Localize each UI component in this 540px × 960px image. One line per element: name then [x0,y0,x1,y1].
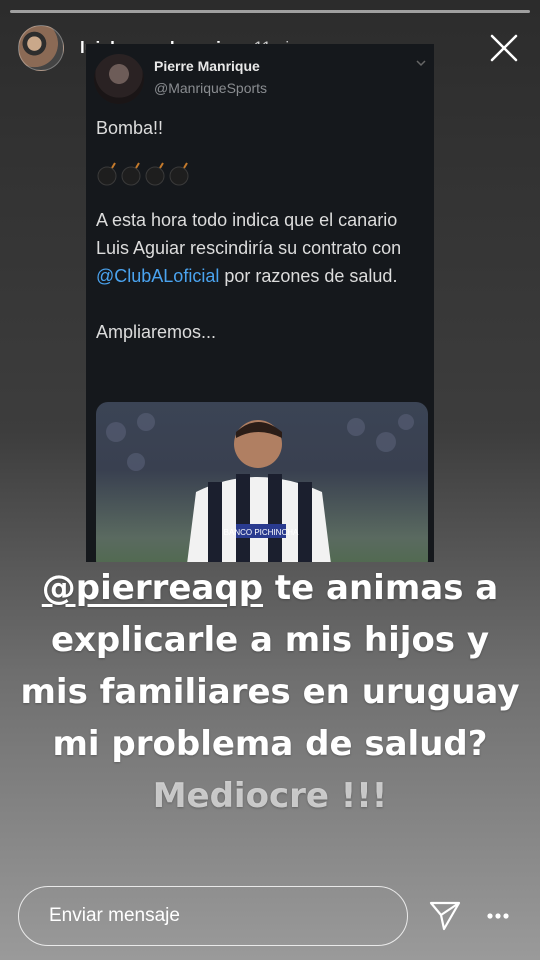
tweet-author-avatar [94,54,144,104]
chevron-down-icon [416,60,426,67]
tweet-screenshot: Pierre Manrique @ManriqueSports Bomba!! … [86,44,434,562]
tweet-text-post: por razones de salud. [219,266,398,286]
send-icon[interactable] [428,898,462,932]
story-caption: @pierreaqp te animas a explicarle a mis … [20,562,520,822]
player-photo-icon: BANCO PICHINCHA [106,413,414,562]
jersey-sponsor: BANCO PICHINCHA [224,528,299,537]
bomb-icon [97,162,189,186]
tweet-body: Bomba!! A esta hora todo indica que el c… [96,114,421,346]
close-icon[interactable] [488,32,520,64]
tweet-author-handle: @ManriqueSports [154,80,268,96]
caption-mention[interactable]: @pierreaqp [42,568,263,608]
reply-input[interactable]: Enviar mensaje [18,886,408,946]
more-icon[interactable] [486,912,510,920]
reply-placeholder: Enviar mensaje [49,905,180,926]
bomb-icons [96,160,421,188]
caption-closing: Mediocre !!! [152,776,388,816]
story-progress-bar [10,10,530,13]
tweet-text-pre: A esta hora todo indica que el canario L… [96,210,402,258]
avatar[interactable] [18,25,64,71]
tweet-photo: BANCO PICHINCHA [96,402,428,562]
tweet-line-1: Bomba!! [96,118,164,138]
tweet-mention[interactable]: @ClubALoficial [96,266,219,286]
tweet-closing: Ampliaremos... [96,322,217,342]
tweet-paragraph: A esta hora todo indica que el canario L… [96,206,421,290]
tweet-author-name: Pierre Manrique [154,58,260,74]
